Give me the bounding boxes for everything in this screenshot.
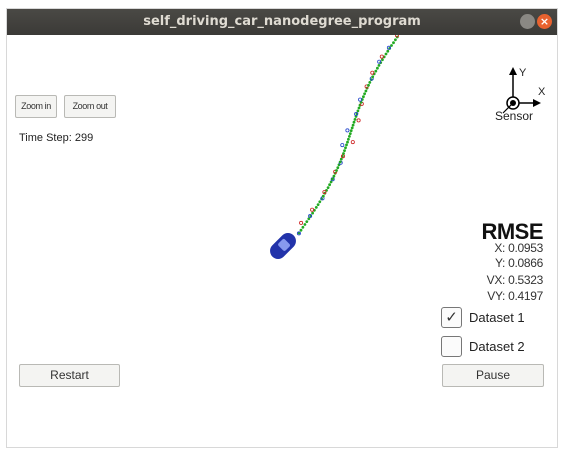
radar-marker bbox=[340, 143, 345, 148]
dataset-1-label: Dataset 1 bbox=[469, 310, 525, 325]
x-axis-arrow bbox=[533, 99, 541, 107]
estimate-marker bbox=[336, 166, 340, 170]
estimate-marker bbox=[299, 228, 303, 232]
estimate-marker bbox=[386, 49, 390, 53]
lidar-marker bbox=[370, 70, 375, 75]
radar-marker bbox=[345, 128, 350, 133]
dataset-1-checkbox[interactable]: ✓ bbox=[441, 307, 462, 328]
estimate-marker bbox=[339, 157, 343, 161]
y-axis-arrow bbox=[509, 67, 517, 75]
estimate-marker bbox=[356, 109, 360, 113]
estimate-marker bbox=[374, 69, 378, 73]
estimate-marker bbox=[305, 220, 309, 224]
dataset-2-label: Dataset 2 bbox=[469, 339, 525, 354]
estimate-marker bbox=[384, 52, 388, 56]
estimate-marker bbox=[381, 58, 384, 62]
estimate-marker bbox=[351, 123, 355, 127]
estimate-marker bbox=[301, 225, 305, 229]
estimate-marker bbox=[376, 66, 379, 70]
sensor-label: Sensor bbox=[495, 109, 534, 123]
estimate-marker bbox=[348, 135, 351, 138]
estimate-marker bbox=[346, 140, 349, 144]
estimate-marker bbox=[363, 92, 366, 96]
estimate-marker bbox=[328, 183, 331, 187]
estimate-marker bbox=[343, 149, 346, 152]
minimize-button[interactable] bbox=[520, 14, 535, 29]
close-button[interactable]: × bbox=[537, 14, 552, 29]
estimate-marker bbox=[331, 177, 334, 181]
lidar-marker bbox=[356, 118, 361, 123]
trajectory-trail bbox=[296, 35, 399, 236]
estimate-marker bbox=[350, 126, 354, 130]
estimate-marker bbox=[311, 211, 314, 215]
estimate-marker bbox=[364, 89, 368, 93]
estimate-marker bbox=[332, 174, 336, 178]
window-title: self_driving_car_nanodegree_program bbox=[143, 14, 421, 29]
pause-button[interactable]: Pause bbox=[442, 364, 544, 387]
window-titlebar[interactable]: self_driving_car_nanodegree_program × bbox=[7, 9, 557, 35]
estimate-marker bbox=[392, 41, 395, 45]
estimate-marker bbox=[335, 169, 338, 172]
estimate-marker bbox=[368, 81, 372, 84]
estimate-marker bbox=[314, 206, 318, 209]
estimate-marker bbox=[318, 200, 322, 204]
estimate-marker bbox=[316, 203, 320, 207]
estimate-marker bbox=[344, 146, 347, 150]
car-icon bbox=[270, 233, 296, 259]
estimate-marker bbox=[345, 143, 348, 147]
estimate-marker bbox=[348, 132, 352, 135]
y-axis-label: Y bbox=[519, 67, 527, 79]
estimate-marker bbox=[353, 118, 357, 121]
estimate-marker bbox=[303, 223, 307, 226]
estimate-marker bbox=[326, 186, 330, 190]
estimate-marker bbox=[367, 83, 370, 87]
time-step-label: Time Step: 299 bbox=[19, 132, 94, 144]
dataset-2-checkbox[interactable] bbox=[441, 336, 462, 357]
estimate-marker bbox=[371, 75, 375, 79]
estimate-marker bbox=[338, 160, 342, 164]
estimate-marker bbox=[349, 129, 353, 133]
restart-button[interactable]: Restart bbox=[19, 364, 120, 387]
x-axis-label: X bbox=[538, 86, 546, 98]
zoom-out-button[interactable]: Zoom out bbox=[64, 95, 116, 118]
rmse-y: Y: 0.0866 bbox=[494, 256, 543, 270]
rmse-x: X: 0.0953 bbox=[494, 241, 543, 255]
rmse-vy: VY: 0.4197 bbox=[487, 289, 543, 303]
estimate-marker bbox=[362, 95, 365, 99]
rmse-vx: VX: 0.5323 bbox=[486, 273, 544, 287]
estimate-marker bbox=[394, 38, 397, 42]
simulator-window: self_driving_car_nanodegree_program × Y … bbox=[6, 8, 558, 448]
lidar-marker bbox=[299, 220, 304, 225]
estimate-marker bbox=[347, 137, 350, 141]
estimate-marker bbox=[377, 64, 381, 67]
estimate-marker bbox=[352, 120, 356, 124]
lidar-marker bbox=[350, 140, 355, 145]
estimate-marker bbox=[321, 194, 325, 198]
estimate-marker bbox=[390, 44, 393, 47]
estimate-marker bbox=[357, 106, 361, 110]
estimate-marker bbox=[342, 152, 345, 155]
zoom-in-button[interactable]: Zoom in bbox=[15, 95, 57, 118]
